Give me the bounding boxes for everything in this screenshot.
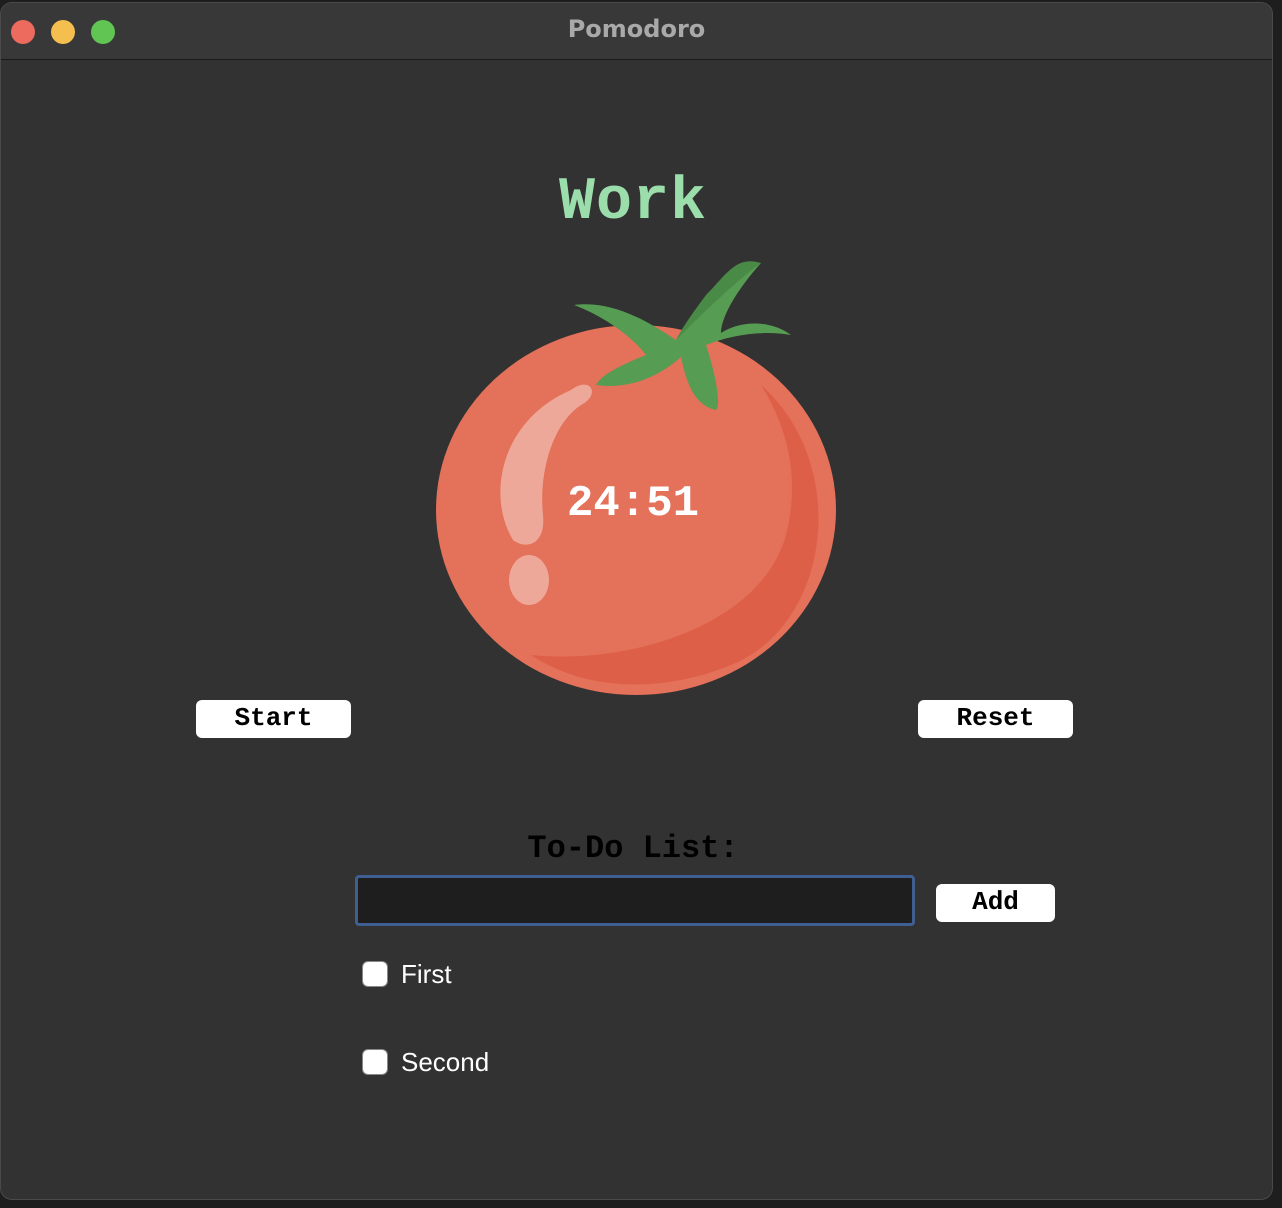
todo-item-second[interactable]: Second (362, 1047, 489, 1077)
tomato-icon (436, 261, 836, 695)
todo-checkbox[interactable] (362, 1049, 388, 1075)
todo-item-label: First (401, 958, 452, 989)
reset-button[interactable]: Reset (918, 700, 1073, 738)
tomato-highlight-dot (509, 555, 549, 605)
window-title: Pomodoro (567, 15, 706, 43)
todo-item-first[interactable]: First (362, 959, 452, 989)
todo-heading: To-Do List: (527, 830, 739, 867)
add-todo-button[interactable]: Add (936, 884, 1055, 922)
start-button[interactable]: Start (196, 700, 351, 738)
timer-display: 24:51 (566, 479, 700, 529)
todo-item-label: Second (401, 1046, 490, 1077)
todo-checkbox[interactable] (362, 961, 388, 987)
app-window: Pomodoro Work 24:51 Start Reset To-Do Li… (0, 2, 1273, 1200)
title-bar[interactable]: Pomodoro (1, 3, 1272, 60)
todo-input[interactable] (355, 875, 915, 926)
mode-label: Work (558, 169, 708, 237)
